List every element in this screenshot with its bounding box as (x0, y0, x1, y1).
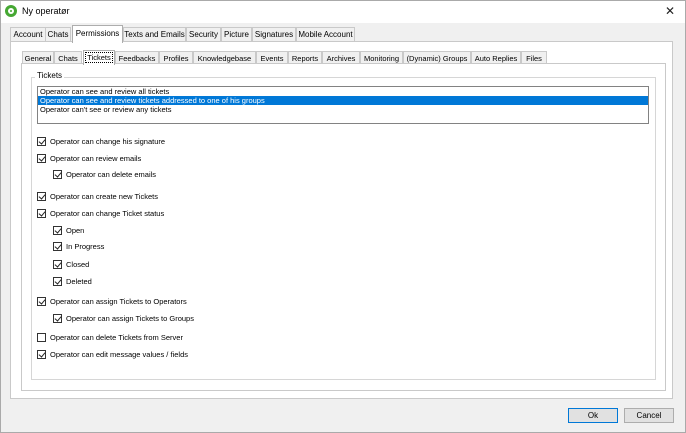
checkbox-label: Operator can assign Tickets to Operators (50, 297, 187, 306)
tab-account[interactable]: Account (10, 27, 46, 41)
tab-texts-and-emails[interactable]: Texts and Emails (123, 27, 186, 41)
checkbox-label: Operator can edit message values / field… (50, 350, 188, 359)
tab-mobile-account[interactable]: Mobile Account (296, 27, 355, 41)
checkbox-label: In Progress (66, 242, 105, 251)
checkbox-checked-icon[interactable] (53, 314, 62, 323)
app-logo-icon (5, 5, 17, 17)
checkbox-delete-from-server[interactable]: Operator can delete Tickets from Server (37, 332, 183, 343)
list-item-selected[interactable]: Operator can see and review tickets addr… (38, 96, 648, 105)
checkbox-change-signature[interactable]: Operator can change his signature (37, 136, 165, 147)
tab-permissions[interactable]: Permissions (72, 25, 123, 43)
checkbox-checked-icon[interactable] (53, 277, 62, 286)
checkbox-label: Deleted (66, 277, 92, 286)
checkbox-change-ticket-status[interactable]: Operator can change Ticket status (37, 208, 164, 219)
checkbox-status-open[interactable]: Open (53, 225, 84, 236)
title-bar[interactable]: Ny operatør ✕ (1, 1, 685, 23)
close-icon[interactable]: ✕ (665, 4, 675, 18)
ticket-visibility-listbox[interactable]: Operator can see and review all tickets … (37, 86, 649, 124)
checkbox-label: Open (66, 226, 85, 235)
checkbox-label: Closed (66, 260, 90, 269)
checkbox-checked-icon[interactable] (53, 260, 62, 269)
checkbox-label: Operator can delete Tickets from Server (50, 333, 183, 342)
checkbox-delete-emails[interactable]: Operator can delete emails (53, 169, 156, 180)
checkbox-checked-icon[interactable] (37, 192, 46, 201)
checkbox-label: Operator can assign Tickets to Groups (66, 314, 194, 323)
checkbox-label: Operator can change Ticket status (50, 209, 165, 218)
checkbox-checked-icon[interactable] (53, 226, 62, 235)
checkbox-label: Operator can review emails (50, 154, 142, 163)
tab-signatures[interactable]: Signatures (252, 27, 296, 41)
checkbox-assign-to-operators[interactable]: Operator can assign Tickets to Operators (37, 296, 187, 307)
checkbox-checked-icon[interactable] (53, 170, 62, 179)
tab-security[interactable]: Security (186, 27, 221, 41)
checkbox-checked-icon[interactable] (37, 154, 46, 163)
cancel-button[interactable]: Cancel (624, 408, 674, 423)
tab-chats[interactable]: Chats (45, 27, 71, 41)
checkbox-status-deleted[interactable]: Deleted (53, 276, 92, 287)
checkbox-status-in-progress[interactable]: In Progress (53, 241, 104, 252)
checkbox-checked-icon[interactable] (53, 242, 62, 251)
checkbox-edit-message-values[interactable]: Operator can edit message values / field… (37, 349, 188, 360)
checkbox-review-emails[interactable]: Operator can review emails (37, 153, 141, 164)
checkbox-checked-icon[interactable] (37, 137, 46, 146)
ok-button[interactable]: Ok (568, 408, 618, 423)
subtab-tickets[interactable]: Tickets (83, 50, 115, 65)
checkbox-create-tickets[interactable]: Operator can create new Tickets (37, 191, 158, 202)
checkbox-label: Operator can create new Tickets (50, 192, 158, 201)
checkbox-checked-icon[interactable] (37, 350, 46, 359)
checkbox-assign-to-groups[interactable]: Operator can assign Tickets to Groups (53, 313, 194, 324)
subtab-tickets-label: Tickets (85, 52, 113, 63)
tickets-group-legend: Tickets (35, 71, 65, 80)
tab-picture[interactable]: Picture (221, 27, 252, 41)
list-item[interactable]: Operator can't see or review any tickets (38, 105, 648, 114)
checkbox-checked-icon[interactable] (37, 209, 46, 218)
checkbox-label: Operator can delete emails (66, 170, 157, 179)
window-title: Ny operatør (22, 6, 70, 16)
checkbox-unchecked-icon[interactable] (37, 333, 46, 342)
checkbox-status-closed[interactable]: Closed (53, 259, 89, 270)
checkbox-label: Operator can change his signature (50, 137, 166, 146)
checkbox-checked-icon[interactable] (37, 297, 46, 306)
list-item[interactable]: Operator can see and review all tickets (38, 87, 648, 96)
